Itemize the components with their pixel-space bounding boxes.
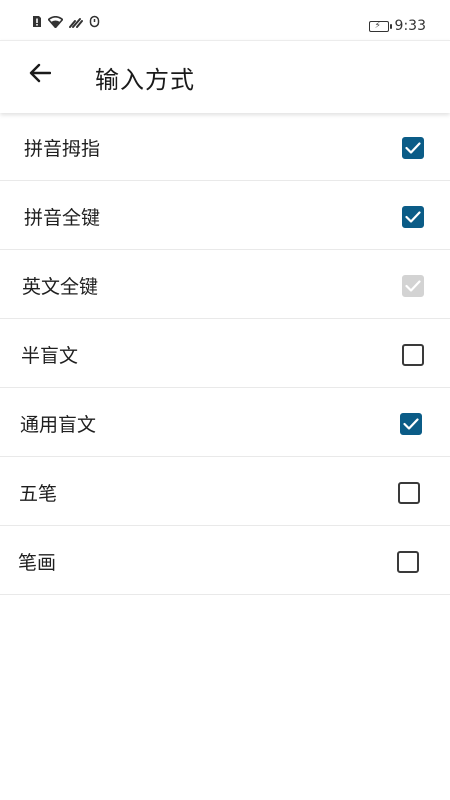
option-label: 英文全键 — [22, 276, 99, 298]
clock: 9:33 — [394, 18, 426, 34]
checkbox-checked-disabled — [402, 275, 424, 297]
status-bar: ⚡ 9:33 — [0, 0, 450, 40]
battery-icon: ⚡ — [368, 20, 392, 32]
checkbox-unchecked[interactable] — [397, 551, 419, 573]
checkbox-unchecked[interactable] — [402, 344, 424, 366]
checkbox-checked[interactable] — [402, 137, 424, 159]
option-label: 拼音拇指 — [24, 138, 101, 160]
status-icons — [32, 13, 100, 32]
check-icon — [403, 418, 419, 430]
status-right: ⚡ 9:33 — [368, 18, 426, 34]
option-row-stroke[interactable]: 笔画 — [0, 526, 450, 595]
back-button[interactable] — [22, 57, 58, 93]
page-title: 输入方式 — [95, 66, 195, 94]
app-header: 输入方式 — [0, 40, 450, 113]
input-method-list: 拼音拇指 拼音全键 英文全键 半盲文 通用盲文 五笔 笔画 — [0, 112, 450, 595]
option-row-pinyin-full[interactable]: 拼音全键 — [0, 181, 450, 250]
option-label: 笔画 — [18, 552, 57, 574]
check-icon — [405, 280, 421, 292]
option-label: 半盲文 — [21, 345, 79, 367]
option-label: 五笔 — [19, 483, 58, 505]
notification-icon — [89, 13, 100, 32]
check-icon — [405, 142, 421, 154]
option-row-wubi[interactable]: 五笔 — [0, 457, 450, 526]
option-row-common-braille[interactable]: 通用盲文 — [0, 388, 450, 457]
sim-alert-icon — [32, 13, 42, 32]
option-row-english-full[interactable]: 英文全键 — [0, 250, 450, 319]
checkbox-checked[interactable] — [400, 413, 422, 435]
signal-icon — [69, 13, 83, 32]
check-icon — [405, 211, 421, 223]
arrow-left-icon — [29, 63, 52, 87]
checkbox-unchecked[interactable] — [398, 482, 420, 504]
option-label: 通用盲文 — [20, 414, 97, 436]
wifi-icon — [47, 13, 64, 32]
option-row-half-braille[interactable]: 半盲文 — [0, 319, 450, 388]
checkbox-checked[interactable] — [402, 206, 424, 228]
option-row-pinyin-thumb[interactable]: 拼音拇指 — [0, 112, 450, 181]
option-label: 拼音全键 — [24, 207, 101, 229]
